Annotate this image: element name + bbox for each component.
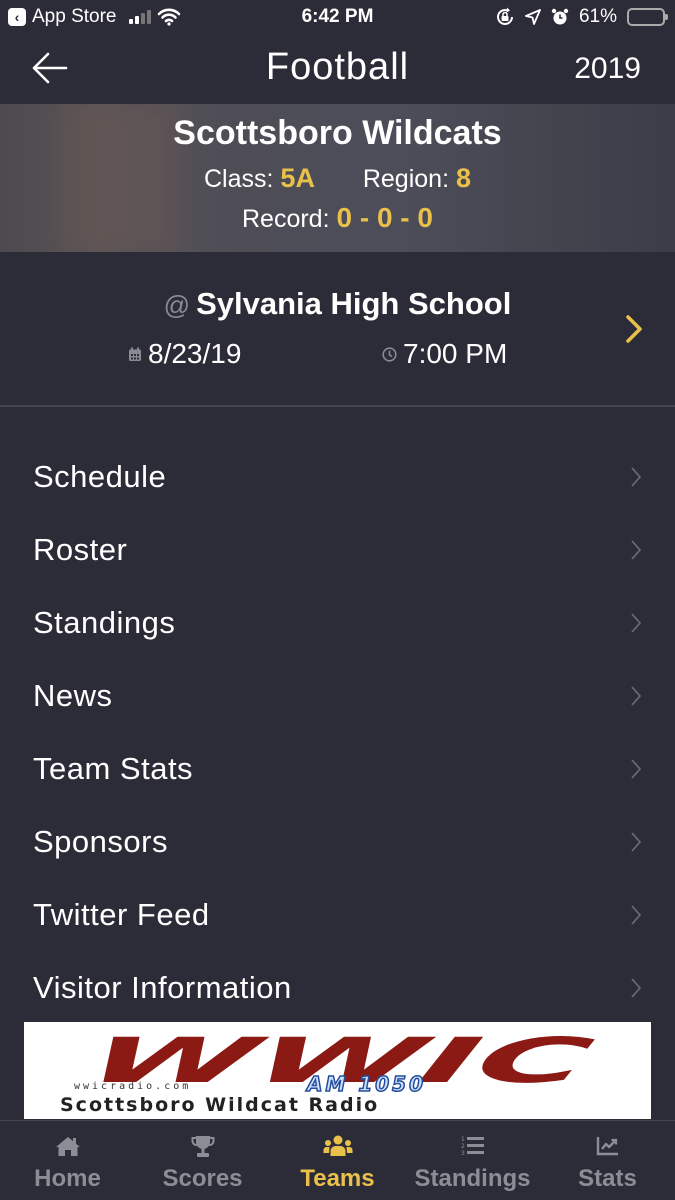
chevron-right-icon	[631, 466, 642, 487]
menu-item-standings[interactable]: Standings	[0, 586, 675, 659]
users-icon	[323, 1135, 352, 1156]
menu-item-label: Roster	[33, 531, 128, 567]
nav-bar: Football 2019	[0, 36, 675, 104]
menu-item-news[interactable]: News	[0, 659, 675, 732]
clock-icon	[382, 346, 397, 362]
chart-line-icon	[596, 1137, 618, 1156]
tab-label: Teams	[300, 1165, 375, 1192]
chevron-right-icon	[631, 977, 642, 998]
chevron-right-icon	[631, 612, 642, 633]
chevron-right-icon	[631, 685, 642, 706]
tab-label: Scores	[162, 1165, 243, 1192]
trophy-icon	[190, 1136, 215, 1157]
record-value: 0 - 0 - 0	[336, 202, 433, 233]
svg-text:3: 3	[461, 1150, 465, 1157]
team-name: Scottsboro Wildcats	[173, 114, 502, 152]
chevron-right-icon	[631, 758, 642, 779]
svg-text:2: 2	[461, 1143, 465, 1150]
chevron-right-icon	[631, 904, 642, 925]
tab-stats[interactable]: Stats	[540, 1121, 675, 1200]
battery-icon	[627, 8, 668, 26]
record-label: Record:	[242, 205, 330, 233]
game-date-value: 8/23/19	[148, 338, 242, 369]
class-value: 5A	[280, 163, 315, 193]
team-record: Record: 0 - 0 - 0	[0, 202, 675, 234]
menu-item-label: Visitor Information	[33, 969, 292, 1005]
chevron-right-icon	[631, 831, 642, 852]
tab-standings[interactable]: 1 2 3 Standings	[405, 1121, 540, 1200]
svg-text:1: 1	[461, 1136, 465, 1143]
status-bar-right: 61%	[495, 6, 668, 28]
game-date: 8/23/19	[128, 338, 241, 370]
away-at-icon: @	[163, 290, 191, 320]
ordered-list-icon: 1 2 3	[461, 1136, 484, 1157]
ad-url: wwicradio.com	[74, 1081, 192, 1092]
location-icon	[525, 9, 541, 25]
status-bar: ‹ App Store 6:42 PM 61%	[0, 0, 675, 36]
menu-item-label: News	[33, 677, 113, 713]
opponent: @ Sylvania High School	[0, 286, 675, 322]
menu-item-roster[interactable]: Roster	[0, 513, 675, 586]
menu-item-label: Team Stats	[33, 750, 194, 786]
menu-item-label: Schedule	[33, 458, 167, 494]
season-year-selector[interactable]: 2019	[574, 52, 641, 86]
tab-scores[interactable]: Scores	[135, 1121, 270, 1200]
chevron-right-icon	[631, 539, 642, 560]
sponsor-ad-banner[interactable]: WWIC wwicradio.com AM 1050 Scottsboro Wi…	[24, 1022, 651, 1119]
menu-item-visitor-information[interactable]: Visitor Information	[0, 951, 675, 1024]
menu-item-schedule[interactable]: Schedule	[0, 440, 675, 513]
menu-item-sponsors[interactable]: Sponsors	[0, 805, 675, 878]
orientation-lock-icon	[496, 7, 513, 25]
team-class-region: Class: 5A Region: 8	[0, 163, 675, 194]
tab-home[interactable]: Home	[0, 1121, 135, 1200]
game-time-value: 7:00 PM	[403, 338, 508, 369]
menu-item-label: Twitter Feed	[33, 896, 210, 932]
calendar-icon	[129, 347, 141, 361]
chevron-right-icon[interactable]	[623, 312, 647, 346]
class-label: Class:	[204, 165, 274, 193]
next-game-card[interactable]: @ Sylvania High School 8/23/19 7:00 PM	[0, 252, 675, 407]
alarm-icon	[551, 8, 569, 25]
team-banner: Scottsboro Wildcats Class: 5A Region: 8 …	[0, 104, 675, 252]
region-label: Region:	[362, 165, 450, 193]
home-icon	[55, 1137, 80, 1156]
battery-percent: 61%	[578, 6, 617, 27]
tab-label: Standings	[414, 1165, 531, 1192]
ad-frequency: AM 1050	[306, 1071, 427, 1097]
menu-item-label: Sponsors	[33, 823, 168, 859]
menu-item-label: Standings	[33, 604, 176, 640]
team-menu: Schedule Roster Standings News Team Stat…	[0, 440, 675, 1024]
tab-teams[interactable]: Teams	[270, 1121, 405, 1200]
menu-item-twitter-feed[interactable]: Twitter Feed	[0, 878, 675, 951]
menu-item-team-stats[interactable]: Team Stats	[0, 732, 675, 805]
tab-label: Home	[34, 1165, 101, 1192]
opponent-name: Sylvania High School	[196, 286, 512, 321]
game-time: 7:00 PM	[382, 338, 507, 370]
ad-tagline: Scottsboro Wildcat Radio	[60, 1094, 380, 1116]
tab-bar: Home Scores Teams 1 2 3 Standings Stats	[0, 1120, 675, 1200]
tab-label: Stats	[578, 1165, 637, 1192]
region-value: 8	[455, 163, 471, 193]
